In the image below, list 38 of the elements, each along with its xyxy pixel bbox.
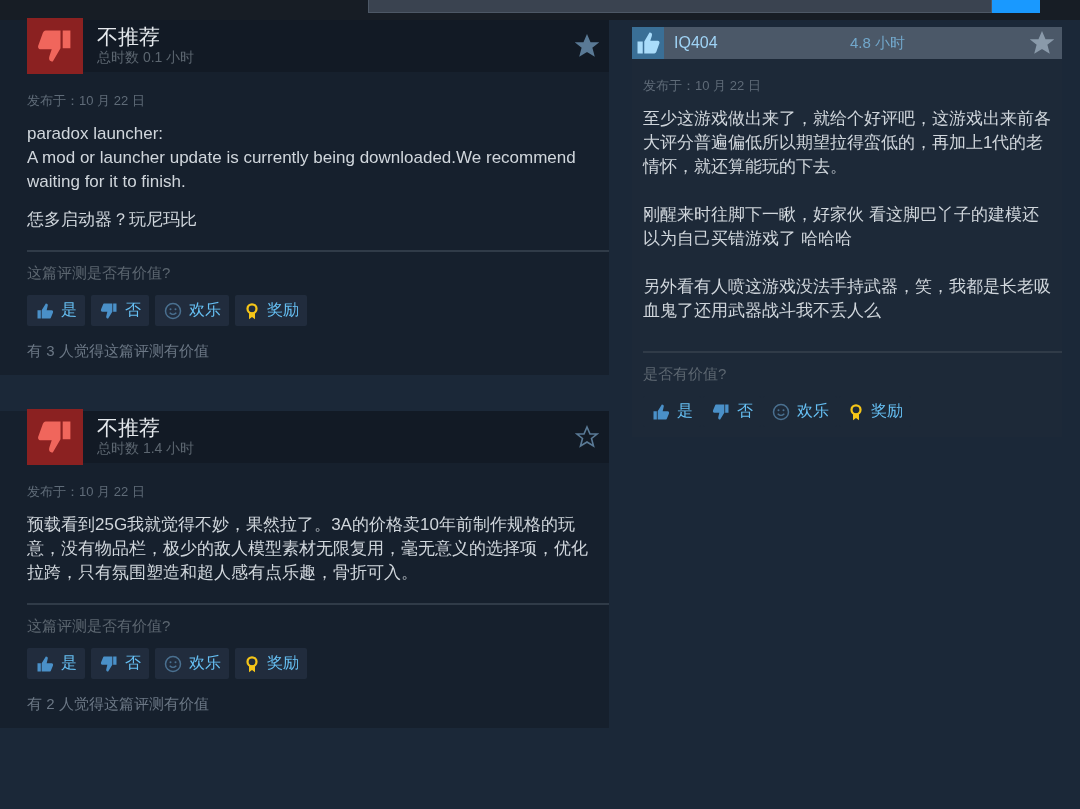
award-button[interactable]: 奖励 xyxy=(235,648,307,679)
review-text: 至少这游戏做出来了，就给个好评吧，这游戏出来前各大评分普遍偏低所以期望拉得蛮低的，再加上1代的老情怀，就还算能玩的下去。 xyxy=(643,108,1052,178)
star-icon[interactable] xyxy=(575,34,599,58)
review-verdict: 不推荐 xyxy=(97,416,161,440)
award-ribbon-icon xyxy=(847,401,865,422)
smiley-icon xyxy=(163,653,183,674)
playtime-text: 总时数 0.1 小时 xyxy=(97,49,196,67)
posted-date: 发布于：10 月 22 日 xyxy=(27,92,146,110)
no-button[interactable]: 否 xyxy=(91,648,149,679)
award-button[interactable]: 奖励 xyxy=(235,295,307,326)
smiley-icon xyxy=(163,300,183,321)
smiley-icon xyxy=(771,401,791,422)
funny-button[interactable]: 欢乐 xyxy=(155,648,229,679)
award-ribbon-icon xyxy=(243,300,261,321)
helpful-question: 是否有价值? xyxy=(643,365,728,384)
review-text: 恁多启动器？玩尼玛比 xyxy=(27,209,198,231)
yes-button[interactable]: 是 xyxy=(27,648,85,679)
funny-button[interactable]: 欢乐 xyxy=(155,295,229,326)
posted-date: 发布于：10 月 22 日 xyxy=(643,77,762,95)
review-text: 另外看有人喷这游戏没法手持武器，笑，我都是长老吸血鬼了还用武器战斗我不丢人么 xyxy=(643,276,1052,322)
review-verdict: 不推荐 xyxy=(97,25,161,49)
helpful-count: 有 3 人觉得这篇评测有价值 xyxy=(27,342,210,361)
username-link[interactable]: IQ404 xyxy=(674,34,840,52)
helpful-count: 有 2 人觉得这篇评测有价值 xyxy=(27,695,210,714)
review-text: 预载看到25G我就觉得不妙，果然拉了。3A的价格卖10年前制作规格的玩意，没有物品栏，极少的敌人模型素材无限复用，毫无意义的选择项，优化拉跨，只有氛围塑造和超人感有点乐趣，骨折可入。 xyxy=(27,514,589,584)
playtime-text: 4.8 小时 xyxy=(850,33,907,53)
no-button[interactable]: 否 xyxy=(91,295,149,326)
helpful-question: 这篇评测是否有价值? xyxy=(27,617,172,636)
playtime-text: 总时数 1.4 小时 xyxy=(97,440,196,458)
helpful-question: 这篇评测是否有价值? xyxy=(27,264,172,283)
review-text: paradox launcher: A mod or launcher update is currently being downloaded.We recommend waiting for it to finish. xyxy=(27,123,577,193)
star-icon[interactable] xyxy=(1030,31,1054,55)
star-icon[interactable] xyxy=(575,425,599,449)
award-ribbon-icon xyxy=(243,653,261,674)
yes-button[interactable]: 是 xyxy=(27,295,85,326)
posted-date: 发布于：10 月 22 日 xyxy=(27,483,146,501)
review-text: 刚醒来时往脚下一瞅，好家伙 看这脚巴丫子的建模还以为自己买错游戏了 哈哈哈 xyxy=(643,204,1040,250)
search-field[interactable] xyxy=(368,0,992,13)
